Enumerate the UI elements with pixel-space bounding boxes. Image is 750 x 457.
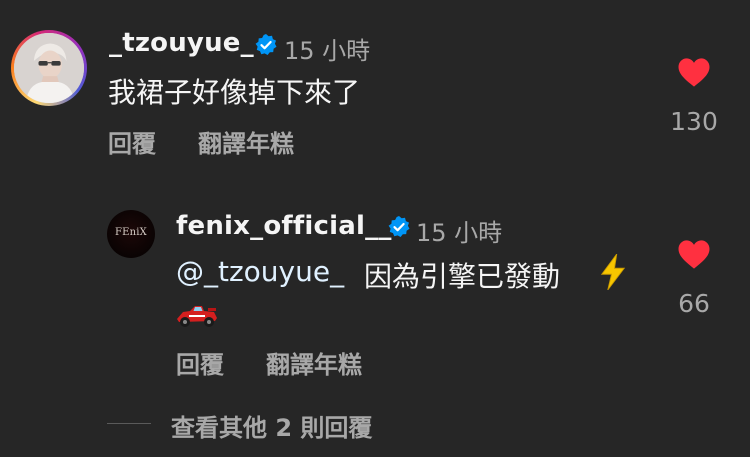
reply-translate-button[interactable]: 翻譯年糕 (266, 345, 362, 380)
avatar-photo (14, 33, 84, 103)
comment-text: 我裙子好像掉下來了 (108, 76, 361, 109)
high-voltage-icon (600, 254, 626, 290)
verified-badge-icon (388, 216, 410, 237)
view-more-replies-button[interactable]: 查看其他 2 則回覆 (171, 408, 372, 443)
comment-username[interactable]: _tzouyue_ (109, 28, 254, 58)
racing-car-icon (177, 306, 217, 327)
reply-avatar-logo: FEniX (115, 227, 147, 238)
reply-button[interactable]: 回覆 (108, 124, 156, 159)
heart-icon[interactable] (677, 239, 711, 270)
verified-badge-icon (255, 34, 277, 55)
comment-timestamp: 15 小時 (284, 37, 371, 65)
reply-timestamp: 15 小時 (416, 219, 503, 247)
reply-text: 因為引擎已發動 (364, 260, 561, 293)
reply-reply-button[interactable]: 回覆 (176, 345, 224, 380)
reply-like-count: 66 (678, 289, 710, 318)
comment-avatar[interactable] (11, 30, 87, 106)
reply-avatar[interactable]: FEniX (107, 210, 155, 258)
view-more-divider (107, 423, 151, 424)
heart-icon[interactable] (677, 57, 711, 88)
comment-like-count: 130 (670, 107, 718, 136)
mention-link[interactable]: @_tzouyue_ (176, 255, 344, 288)
translate-button[interactable]: 翻譯年糕 (198, 124, 294, 159)
reply-username[interactable]: fenix_official__ (176, 211, 392, 241)
